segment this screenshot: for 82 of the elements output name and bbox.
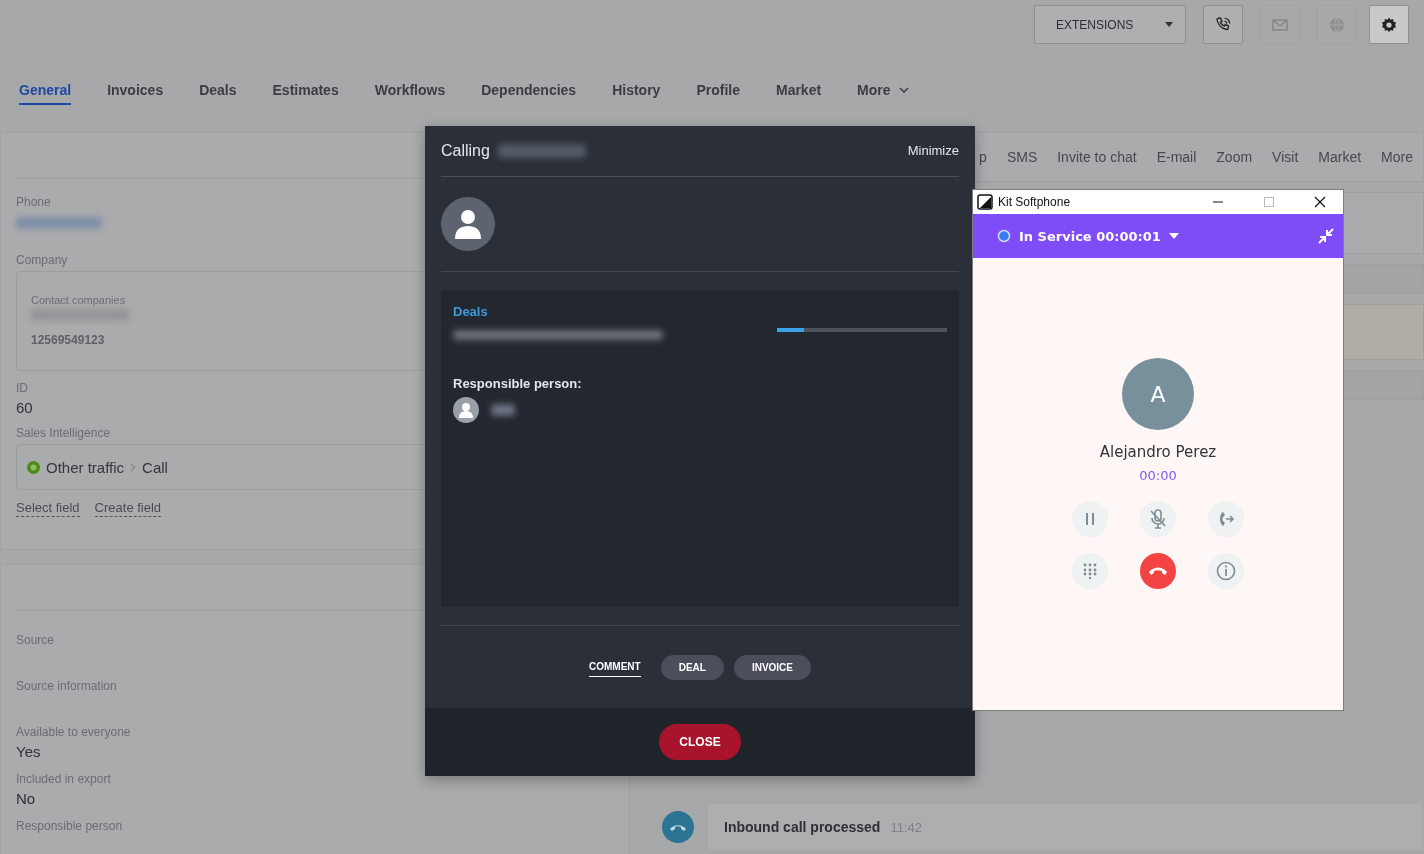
field-label: Responsible person bbox=[16, 819, 123, 833]
field-link[interactable]: Select field bbox=[16, 500, 80, 517]
channel-name: Call bbox=[142, 458, 168, 476]
source-icon bbox=[27, 460, 40, 474]
action-tab[interactable]: p bbox=[979, 149, 987, 165]
mail-icon bbox=[1272, 17, 1288, 32]
event-title: Inbound call processed bbox=[724, 819, 881, 835]
field-value: No bbox=[16, 790, 36, 807]
tab[interactable]: Invoices bbox=[107, 82, 164, 105]
dialpad-icon bbox=[1082, 563, 1098, 579]
call-duration: 00:00 bbox=[1139, 468, 1177, 483]
action-tab[interactable]: Market bbox=[1318, 149, 1362, 165]
field-value: Yes bbox=[16, 743, 41, 760]
tab[interactable]: General bbox=[19, 82, 72, 105]
tab[interactable]: Workflows bbox=[374, 82, 446, 105]
field-label: ID bbox=[16, 381, 28, 395]
tab[interactable]: Deals bbox=[199, 82, 237, 105]
transfer-icon bbox=[1217, 510, 1235, 528]
caller-avatar: A bbox=[1122, 358, 1194, 430]
field-link[interactable]: Create field bbox=[94, 500, 162, 517]
field-label: Sales Intelligence bbox=[16, 426, 111, 440]
status-text[interactable]: In Service 00:00:01 bbox=[1019, 228, 1161, 244]
section-heading: Deals bbox=[453, 303, 488, 319]
company-number: 12569549123 bbox=[31, 333, 105, 347]
field-value: 60 bbox=[16, 399, 33, 416]
tab[interactable]: INVOICE bbox=[733, 654, 811, 680]
app-icon bbox=[977, 194, 993, 210]
tab[interactable]: Market bbox=[775, 82, 822, 105]
source-name: Other traffic bbox=[46, 458, 125, 476]
action-tab[interactable]: Visit bbox=[1272, 149, 1299, 165]
field-label: Phone bbox=[16, 195, 51, 209]
info-icon bbox=[1216, 561, 1236, 581]
settings-button[interactable] bbox=[1369, 5, 1409, 44]
avatar-icon bbox=[453, 396, 479, 423]
tab[interactable]: DEAL bbox=[660, 654, 724, 680]
chevron-icon bbox=[898, 87, 909, 93]
action-tab[interactable]: More bbox=[1381, 149, 1413, 165]
collapse-icon[interactable] bbox=[1317, 227, 1335, 245]
status-icon bbox=[997, 229, 1011, 243]
action-tab[interactable]: Invite to chat bbox=[1057, 149, 1137, 165]
field-label: Included in export bbox=[16, 772, 111, 786]
phone-button[interactable] bbox=[1203, 5, 1243, 44]
dialog-title: Calling bbox=[441, 141, 490, 160]
dialpad-button[interactable] bbox=[1072, 553, 1108, 589]
tab[interactable]: History bbox=[612, 82, 661, 105]
mute-button[interactable] bbox=[1140, 501, 1176, 537]
hang-up-icon bbox=[1148, 566, 1168, 576]
box-title: Contact companies bbox=[31, 294, 126, 306]
chevron-icon bbox=[130, 462, 137, 472]
field-label: Source bbox=[16, 633, 55, 647]
action-tab[interactable]: Zoom bbox=[1216, 149, 1253, 165]
extensions-button[interactable]: EXTENSIONS bbox=[1034, 5, 1186, 44]
info-button[interactable] bbox=[1208, 553, 1244, 589]
maximize-icon[interactable] bbox=[1263, 196, 1275, 208]
caller-name: Alejandro Perez bbox=[1099, 443, 1217, 461]
section-heading: Responsible person: bbox=[453, 375, 583, 391]
caret-icon bbox=[1165, 22, 1173, 27]
caret-icon[interactable] bbox=[1168, 233, 1179, 239]
phone-icon bbox=[662, 811, 694, 843]
hang-up-button[interactable] bbox=[1140, 553, 1176, 589]
pause-icon bbox=[1084, 512, 1096, 526]
minimize-button[interactable]: Minimize bbox=[907, 143, 959, 159]
tab[interactable]: Estimates bbox=[272, 82, 339, 105]
tab[interactable]: Dependencies bbox=[481, 82, 577, 105]
mic-off-icon bbox=[1149, 509, 1167, 529]
field-label: Available to everyone bbox=[16, 725, 131, 739]
tab[interactable]: COMMENT bbox=[589, 657, 641, 678]
close-button[interactable]: CLOSE bbox=[659, 724, 741, 761]
tab[interactable]: Profile bbox=[696, 82, 740, 105]
globe-icon bbox=[1328, 15, 1346, 34]
window-title: Kit Softphone bbox=[998, 195, 1072, 209]
action-tab[interactable]: E-mail bbox=[1156, 149, 1197, 165]
transfer-button[interactable] bbox=[1208, 501, 1244, 537]
action-tab[interactable]: SMS bbox=[1006, 149, 1038, 165]
settings-icon bbox=[1380, 15, 1398, 34]
field-label: Source information bbox=[16, 679, 117, 693]
tab[interactable]: More bbox=[857, 82, 909, 105]
avatar-icon bbox=[441, 196, 495, 251]
close-icon[interactable] bbox=[1314, 196, 1326, 208]
redacted-text bbox=[491, 403, 515, 416]
pause-button[interactable] bbox=[1072, 501, 1108, 537]
field-label: Company bbox=[16, 253, 68, 267]
